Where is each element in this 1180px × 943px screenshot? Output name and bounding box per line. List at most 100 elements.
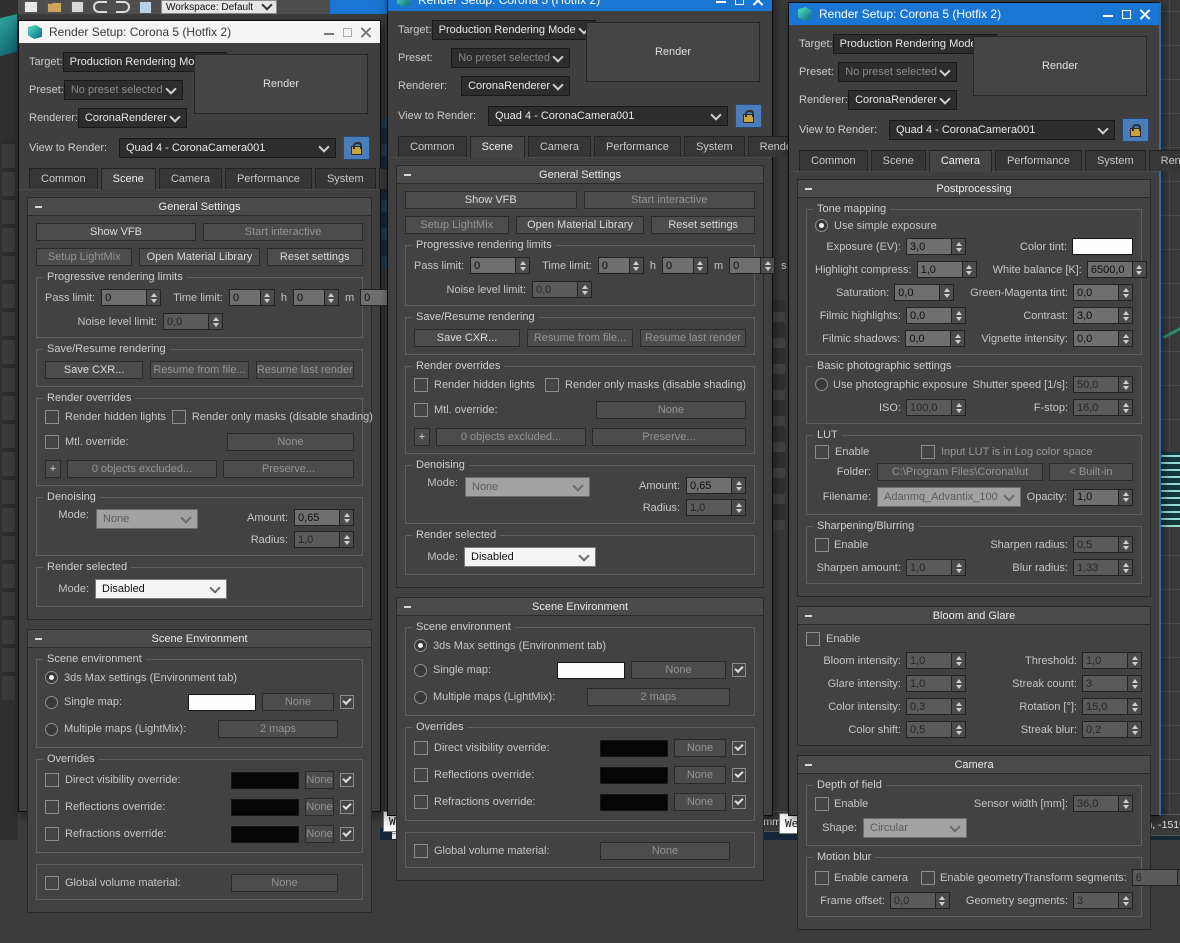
- minimize-icon[interactable]: [716, 0, 727, 6]
- reset-settings-button[interactable]: Reset settings: [651, 216, 755, 234]
- save-cxr-button[interactable]: Save CXR...: [414, 329, 520, 347]
- single-map-none-button[interactable]: None: [262, 693, 334, 711]
- paste-icon[interactable]: [139, 1, 152, 14]
- global-volume-none-button[interactable]: None: [600, 842, 730, 860]
- start-interactive-button[interactable]: Start interactive: [203, 223, 363, 241]
- streak-blur-spinner[interactable]: 0,2: [1082, 721, 1142, 738]
- dialog-titlebar[interactable]: Render Setup: Corona 5 (Hotfix 2): [388, 0, 772, 11]
- max-settings-radio[interactable]: [414, 639, 427, 652]
- open-material-library-button[interactable]: Open Material Library: [139, 248, 259, 266]
- render-only-masks-checkbox[interactable]: [172, 410, 186, 424]
- dof-enable-checkbox[interactable]: [815, 797, 829, 811]
- white-balance-spinner[interactable]: 6500,0: [1087, 261, 1147, 278]
- lock-view-button[interactable]: [735, 104, 762, 128]
- rotation-spinner[interactable]: 15,0: [1082, 698, 1142, 715]
- contrast-spinner[interactable]: 3,0: [1073, 307, 1133, 324]
- sharpen-amount-spinner[interactable]: 1,0: [906, 559, 966, 576]
- show-vfb-button[interactable]: Show VFB: [405, 191, 577, 209]
- renderer-dropdown[interactable]: CoronaRenderer: [78, 108, 187, 128]
- sharpen-radius-spinner[interactable]: 0,5: [1073, 536, 1133, 553]
- refractions-none-button[interactable]: None: [674, 793, 726, 811]
- bloom-intensity-spinner[interactable]: 1,0: [906, 652, 966, 669]
- objects-excluded-button[interactable]: 0 objects excluded...: [436, 428, 586, 446]
- single-map-enable-checkbox[interactable]: [340, 695, 354, 709]
- undo-icon[interactable]: [93, 1, 107, 13]
- general-settings-rollout-header[interactable]: General Settings: [28, 198, 371, 216]
- use-photographic-exposure-radio[interactable]: [815, 378, 828, 391]
- exposure-spinner[interactable]: 3,0: [906, 238, 966, 255]
- direct-visibility-override-checkbox[interactable]: [45, 773, 59, 787]
- view-to-render-dropdown[interactable]: Quad 4 - CoronaCamera001: [119, 138, 336, 158]
- time-limit-m-spinner[interactable]: 0: [662, 257, 708, 274]
- preserve-button[interactable]: Preserve...: [592, 428, 746, 446]
- sharpening-enable-checkbox[interactable]: [815, 538, 829, 552]
- close-icon[interactable]: [752, 0, 763, 6]
- time-limit-m-spinner[interactable]: 0: [293, 289, 339, 306]
- preset-dropdown[interactable]: No preset selected: [838, 62, 957, 82]
- lock-view-button[interactable]: [1122, 118, 1149, 142]
- camera-rollout-header[interactable]: Camera: [798, 756, 1150, 774]
- render-button[interactable]: Render: [194, 54, 368, 114]
- transform-segments-spinner[interactable]: 6: [1132, 869, 1180, 886]
- lock-view-button[interactable]: [343, 136, 370, 160]
- view-to-render-dropdown[interactable]: Quad 4 - CoronaCamera001: [488, 106, 728, 126]
- color-shift-spinner[interactable]: 0,5: [906, 721, 966, 738]
- tab-common[interactable]: Common: [398, 136, 467, 157]
- refractions-override-checkbox[interactable]: [45, 827, 59, 841]
- sensor-width-spinner[interactable]: 36,0: [1073, 795, 1133, 812]
- multiple-maps-button[interactable]: 2 maps: [587, 688, 730, 706]
- tab-camera[interactable]: Camera: [159, 168, 222, 189]
- time-limit-h-spinner[interactable]: 0: [598, 257, 644, 274]
- tab-scene[interactable]: Scene: [871, 150, 926, 171]
- bloom-enable-checkbox[interactable]: [806, 632, 820, 646]
- geometry-segments-spinner[interactable]: 3: [1073, 892, 1133, 909]
- bloom-glare-rollout-header[interactable]: Bloom and Glare: [798, 607, 1150, 625]
- lut-folder-button[interactable]: C:\Program Files\Corona\lut: [877, 463, 1043, 481]
- max-settings-radio[interactable]: [45, 671, 58, 684]
- minimize-icon[interactable]: [1103, 9, 1114, 20]
- single-map-radio[interactable]: [414, 664, 427, 677]
- direct-visibility-none-button[interactable]: None: [305, 771, 334, 789]
- preserve-button[interactable]: Preserve...: [223, 460, 354, 478]
- single-map-color-swatch[interactable]: [188, 694, 256, 711]
- lut-builtin-button[interactable]: < Built-in: [1049, 463, 1133, 481]
- denoise-mode-dropdown[interactable]: None: [465, 477, 590, 497]
- resume-last-render-button[interactable]: Resume last render: [256, 361, 354, 379]
- frame-offset-spinner[interactable]: 0,0: [890, 892, 950, 909]
- dof-shape-dropdown[interactable]: Circular: [863, 818, 967, 838]
- tab-camera[interactable]: Camera: [929, 150, 992, 172]
- vignette-intensity-spinner[interactable]: 0,0: [1073, 330, 1133, 347]
- preset-dropdown[interactable]: No preset selected: [64, 80, 183, 100]
- use-simple-exposure-radio[interactable]: [815, 219, 828, 232]
- input-lut-log-checkbox[interactable]: [921, 445, 935, 459]
- single-map-color-swatch[interactable]: [557, 662, 625, 679]
- view-to-render-dropdown[interactable]: Quad 4 - CoronaCamera001: [889, 120, 1115, 140]
- tab-performance[interactable]: Performance: [995, 150, 1082, 171]
- scene-environment-rollout-header[interactable]: Scene Environment: [397, 598, 763, 616]
- noise-level-limit-spinner[interactable]: 0,0: [532, 281, 592, 298]
- dialog-titlebar[interactable]: Render Setup: Corona 5 (Hotfix 2): [19, 21, 380, 43]
- lut-opacity-spinner[interactable]: 1,0: [1073, 489, 1133, 506]
- motion-blur-geometry-checkbox[interactable]: [921, 871, 935, 885]
- render-button[interactable]: Render: [586, 22, 760, 82]
- save-cxr-button[interactable]: Save CXR...: [45, 361, 143, 379]
- tab-render-elements[interactable]: Render Elements: [1149, 150, 1180, 171]
- refractions-enable-checkbox[interactable]: [340, 827, 354, 841]
- close-icon[interactable]: [360, 27, 371, 38]
- redo-icon[interactable]: [116, 1, 130, 13]
- reflections-none-button[interactable]: None: [305, 798, 334, 816]
- refractions-enable-checkbox[interactable]: [732, 795, 746, 809]
- tab-camera[interactable]: Camera: [528, 136, 591, 157]
- global-volume-none-button[interactable]: None: [231, 874, 338, 892]
- scene-environment-rollout-header[interactable]: Scene Environment: [28, 630, 371, 648]
- refractions-color-swatch[interactable]: [600, 794, 668, 811]
- lut-filename-dropdown[interactable]: Adanmq_Advantix_100: [877, 487, 1021, 507]
- single-map-enable-checkbox[interactable]: [732, 663, 746, 677]
- color-tint-swatch[interactable]: [1072, 238, 1133, 255]
- filmic-shadows-spinner[interactable]: 0,0: [905, 330, 965, 347]
- postprocessing-rollout-header[interactable]: Postprocessing: [798, 180, 1150, 198]
- lut-enable-checkbox[interactable]: [815, 445, 829, 459]
- minimize-icon[interactable]: [324, 27, 335, 38]
- mtl-override-checkbox[interactable]: [414, 403, 428, 417]
- global-volume-checkbox[interactable]: [45, 876, 59, 890]
